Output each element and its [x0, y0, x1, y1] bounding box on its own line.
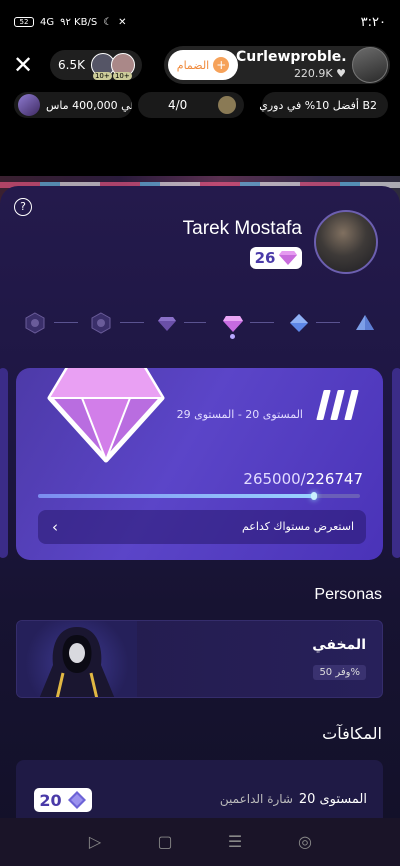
show-supporter-level-button[interactable]: ‹ استعرض مستواك كداعم — [38, 510, 366, 544]
join-label: الضمام — [176, 58, 210, 72]
moon-icon: ☾ — [103, 16, 113, 28]
points-progress: 265000/226747 — [243, 470, 363, 488]
host-fans: 220.9K ♥ — [293, 67, 346, 80]
current-points: 226747 — [305, 470, 363, 488]
network-speed: ٩٢ KB/S — [60, 16, 98, 28]
network-label: 4G — [40, 16, 55, 28]
battery-icon: 52 — [14, 17, 34, 27]
user-name: Tarek Mostafa — [182, 218, 302, 239]
level-track — [20, 308, 380, 338]
progress-marker — [310, 492, 317, 500]
gem-icon[interactable] — [288, 312, 310, 334]
prev-level-card[interactable] — [0, 368, 8, 558]
viewers-count: 6.5K — [58, 58, 85, 72]
diamond-icon — [377, 100, 387, 110]
diamond-icon — [67, 791, 86, 809]
supporter-sheet: ? Tarek Mostafa 26 المستوى 20 - المستوى … — [0, 186, 400, 866]
close-icon[interactable]: ✕ — [10, 52, 36, 78]
level-badge: 26 — [250, 247, 302, 269]
play-icon[interactable]: ▷ — [85, 832, 105, 852]
host-avatar[interactable] — [352, 47, 388, 83]
league-pill[interactable]: أفضل 10% في دوري B2 — [259, 92, 388, 118]
level-range: المستوى 20 - المستوى 29 — [176, 408, 303, 421]
persona-image — [17, 621, 137, 697]
tier-icon — [316, 390, 359, 420]
task-icon — [218, 96, 236, 114]
chevron-left-icon: ‹ — [52, 518, 58, 536]
level-node-icon[interactable] — [90, 312, 112, 334]
plus-icon: + — [213, 57, 230, 73]
show-level-label: استعرض مستواك كداعم — [241, 520, 354, 533]
system-navbar: ▷ ▢ ☰ ◎ — [0, 818, 400, 866]
gem-icon[interactable] — [156, 312, 178, 334]
mute-icon: ✕ — [118, 16, 127, 28]
menu-icon[interactable]: ☰ — [225, 832, 245, 852]
rewards-title: المكافآت — [322, 724, 382, 743]
reward-badge-name: شارة الداعمين — [219, 792, 293, 806]
status-bar: 52 4G ٩٢ KB/S ☾ ✕ ٣:٢٠ — [0, 0, 400, 44]
progress-bar — [38, 492, 360, 500]
host-pill[interactable]: الضمام + Curlewproble... 220.9K ♥ — [164, 46, 390, 84]
persona-card[interactable]: المخفي وفر 50% — [16, 620, 383, 698]
viewer-avatar[interactable]: 10+ — [110, 53, 135, 80]
gem-icon[interactable] — [222, 312, 244, 334]
gem-icon — [47, 368, 165, 463]
league-text: أفضل 10% في دوري B2 — [259, 98, 377, 112]
back-icon[interactable]: ◎ — [295, 832, 315, 852]
question-icon[interactable]: ? — [14, 198, 32, 216]
live-topbar: ✕ 6.5K 10+ 10+ الضمام + Curlewproble... … — [0, 46, 400, 86]
profile-avatar[interactable] — [314, 210, 378, 274]
task-pill[interactable]: 4/0 — [138, 92, 244, 118]
persona-discount: وفر 50% — [313, 665, 366, 680]
join-button[interactable]: الضمام + — [168, 50, 238, 80]
info-row: لي 400,000 ماس 4/0 أفضل 10% في دوري B2 — [0, 90, 400, 120]
level-card: المستوى 20 - المستوى 29 265000/226747 ‹ … — [16, 368, 383, 560]
app-root: 52 4G ٩٢ KB/S ☾ ✕ ٣:٢٠ ✕ 6.5K 10+ 10+ ال… — [0, 0, 400, 866]
next-level-card[interactable] — [392, 368, 400, 558]
gem-icon — [279, 251, 298, 265]
level-number: 26 — [254, 249, 276, 267]
host-name: Curlewproble... — [236, 49, 346, 65]
reward-level: المستوى 20 — [298, 792, 367, 807]
reward-chip-value: 20 — [39, 790, 62, 810]
reward-chip: 20 — [34, 788, 92, 812]
status-time: ٣:٢٠ — [360, 14, 386, 30]
task-count: 4/0 — [168, 98, 188, 112]
home-icon[interactable]: ▢ — [155, 832, 175, 852]
viewers-pill[interactable]: 6.5K 10+ 10+ — [50, 50, 142, 80]
gifter-avatar — [18, 94, 40, 116]
progress-fill — [38, 494, 314, 498]
viewer-badge: 10+ — [112, 72, 132, 80]
level-node-icon[interactable] — [24, 312, 46, 334]
status-icons: 52 4G ٩٢ KB/S ☾ ✕ — [14, 17, 127, 28]
persona-name: المخفي — [312, 637, 366, 653]
hooded-figure-icon — [39, 627, 115, 697]
track-indicator — [230, 334, 235, 339]
gem-icon[interactable] — [354, 312, 376, 334]
viewer-badge: 10+ — [92, 72, 112, 80]
target-points: 265000 — [243, 470, 301, 488]
gifter-pill[interactable]: لي 400,000 ماس — [14, 92, 132, 118]
gifter-text: لي 400,000 ماس — [46, 98, 132, 112]
personas-title: Personas — [314, 586, 382, 603]
